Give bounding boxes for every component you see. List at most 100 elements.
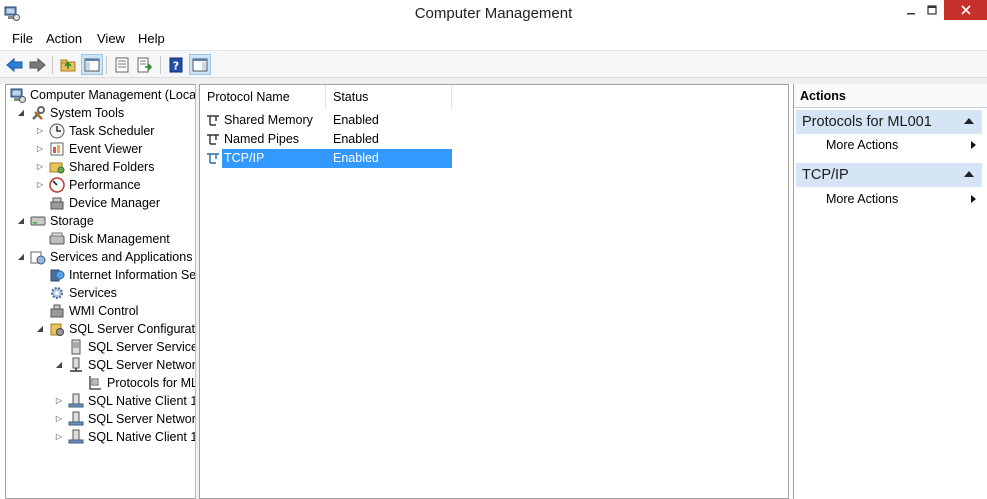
tree-item-label: Computer Management (Local <box>30 88 196 102</box>
protocol-name-cell: Shared Memory <box>224 113 313 127</box>
protocols-icon <box>89 376 101 390</box>
tree-item-performance[interactable]: ▷ Performance <box>35 176 141 194</box>
show-hide-action-pane-icon <box>192 58 208 71</box>
tree-item-label: Performance <box>69 178 141 192</box>
properties-button[interactable] <box>111 54 133 75</box>
tree-item-internet-information-services[interactable]: Internet Information Ser <box>49 266 196 284</box>
close-button[interactable] <box>944 0 987 20</box>
section-header-label: Protocols for ML001 <box>802 114 932 130</box>
menu-help[interactable]: Help <box>138 31 165 46</box>
console-tree[interactable]: Computer Management (Local ◢ System Tool… <box>5 84 196 499</box>
collapsed-arrow-icon[interactable]: ▷ <box>35 126 45 136</box>
expanded-arrow-icon[interactable]: ◢ <box>16 252 26 262</box>
properties-icon <box>115 57 129 72</box>
show-hide-action-pane-button[interactable] <box>189 54 211 75</box>
protocol-name-cell: TCP/IP <box>222 149 326 168</box>
collapsed-arrow-icon[interactable]: ▷ <box>35 162 45 172</box>
tree-item-computer-management[interactable]: Computer Management (Local <box>10 86 196 104</box>
tree-item-sql-server-network-configuration[interactable]: ◢ SQL Server Network <box>54 356 196 374</box>
tree-item-label: Disk Management <box>69 232 170 246</box>
expanded-arrow-icon[interactable]: ◢ <box>35 324 45 334</box>
tree-item-disk-management[interactable]: Disk Management <box>49 230 170 248</box>
menu-bar: File Action View Help <box>0 28 987 50</box>
tree-item-label: SQL Native Client 11 <box>88 430 196 444</box>
device-manager-icon <box>50 197 64 210</box>
tree-item-storage[interactable]: ◢ Storage <box>16 212 94 230</box>
tree-item-shared-folders[interactable]: ▷ Shared Folders <box>35 158 155 176</box>
help-button[interactable]: ? <box>165 54 187 75</box>
tree-item-label: Task Scheduler <box>69 124 155 138</box>
actions-section-header-protocols[interactable]: Protocols for ML001 <box>796 110 982 134</box>
tree-item-sql-server-network-configuration-2[interactable]: ▷ SQL Server Network <box>54 410 196 428</box>
tree-item-wmi-control[interactable]: WMI Control <box>49 302 138 320</box>
column-header-protocol-name[interactable]: Protocol Name <box>200 85 326 109</box>
collapsed-arrow-icon[interactable]: ▷ <box>54 414 64 424</box>
tree-item-services-and-applications[interactable]: ◢ Services and Applications <box>16 248 192 266</box>
minimize-icon <box>907 13 915 15</box>
show-hide-tree-icon <box>84 58 100 71</box>
sql-native-client-icon <box>68 393 84 408</box>
tree-item-sql-server-configuration-manager[interactable]: ◢ SQL Server Configuratic <box>35 320 195 338</box>
maximize-button[interactable] <box>918 0 946 20</box>
expanded-arrow-icon[interactable]: ◢ <box>16 216 26 226</box>
up-folder-icon <box>60 59 76 71</box>
maximize-icon <box>927 5 937 15</box>
table-row-selected[interactable]: TCP/IP Enabled <box>200 149 452 168</box>
table-row[interactable]: Shared Memory Enabled <box>200 111 452 130</box>
tree-item-label: Internet Information Ser <box>69 268 196 282</box>
tree-item-event-viewer[interactable]: ▷ Event Viewer <box>35 140 143 158</box>
collapse-arrow-icon[interactable] <box>964 118 974 124</box>
show-hide-console-tree-button[interactable] <box>81 54 103 75</box>
action-label: More Actions <box>826 138 899 152</box>
expanded-arrow-icon[interactable]: ◢ <box>54 360 64 370</box>
tree-item-label: SQL Server Network <box>88 412 196 426</box>
menu-action[interactable]: Action <box>46 31 82 46</box>
collapsed-arrow-icon[interactable]: ▷ <box>35 144 45 154</box>
title-bar: Computer Management <box>0 0 987 28</box>
list-header: Protocol Name Status <box>200 85 788 109</box>
collapsed-arrow-icon[interactable]: ▷ <box>54 396 64 406</box>
tree-item-sql-native-client-11-configuration-32bit[interactable]: ▷ SQL Native Client 11 <box>54 392 196 410</box>
status-cell: Enabled <box>333 113 379 127</box>
toolbar-separator <box>160 56 161 74</box>
protocol-icon <box>207 153 219 164</box>
tree-item-label: SQL Server Network <box>88 358 196 372</box>
table-row[interactable]: Named Pipes Enabled <box>200 130 452 149</box>
collapsed-arrow-icon[interactable]: ▷ <box>54 432 64 442</box>
toolbar-separator <box>106 56 107 74</box>
section-header-label: TCP/IP <box>802 167 849 183</box>
tree-item-sql-native-client-11-configuration[interactable]: ▷ SQL Native Client 11 <box>54 428 196 446</box>
sql-native-client-icon <box>68 429 84 444</box>
close-icon <box>960 5 971 15</box>
up-one-level-button[interactable] <box>57 54 79 75</box>
tree-item-protocols-for-ml001[interactable]: Protocols for ML <box>87 374 195 392</box>
menu-view[interactable]: View <box>97 31 125 46</box>
expanded-arrow-icon[interactable]: ◢ <box>16 108 26 118</box>
tree-item-device-manager[interactable]: Device Manager <box>49 194 160 212</box>
wmi-control-icon <box>50 304 64 318</box>
forward-icon <box>29 57 46 72</box>
tree-item-system-tools[interactable]: ◢ System Tools <box>16 104 124 122</box>
sql-network-icon <box>68 411 84 426</box>
forward-button[interactable] <box>26 54 48 75</box>
back-button[interactable] <box>4 54 26 75</box>
menu-file[interactable]: File <box>12 31 33 46</box>
more-actions-item[interactable]: More Actions <box>796 135 982 155</box>
collapse-arrow-icon[interactable] <box>964 171 974 177</box>
export-list-button[interactable] <box>134 54 156 75</box>
more-actions-item[interactable]: More Actions <box>796 189 982 209</box>
tree-item-sql-server-services[interactable]: SQL Server Services <box>68 338 195 356</box>
tree-item-services[interactable]: Services <box>49 284 117 302</box>
toolbar-separator <box>52 56 53 74</box>
actions-pane: Actions Protocols for ML001 More Actions… <box>793 84 987 499</box>
tree-item-label: SQL Native Client 11 <box>88 394 196 408</box>
tree-item-task-scheduler[interactable]: ▷ Task Scheduler <box>35 122 154 140</box>
clock-icon <box>49 123 65 139</box>
shared-folders-icon <box>49 162 65 174</box>
actions-section-header-tcpip[interactable]: TCP/IP <box>796 163 982 187</box>
protocol-list-pane[interactable]: Protocol Name Status Shared Memory Enabl… <box>199 84 789 499</box>
actions-title: Actions <box>794 84 987 108</box>
protocol-icon <box>207 115 219 126</box>
collapsed-arrow-icon[interactable]: ▷ <box>35 180 45 190</box>
column-header-status[interactable]: Status <box>326 85 452 109</box>
